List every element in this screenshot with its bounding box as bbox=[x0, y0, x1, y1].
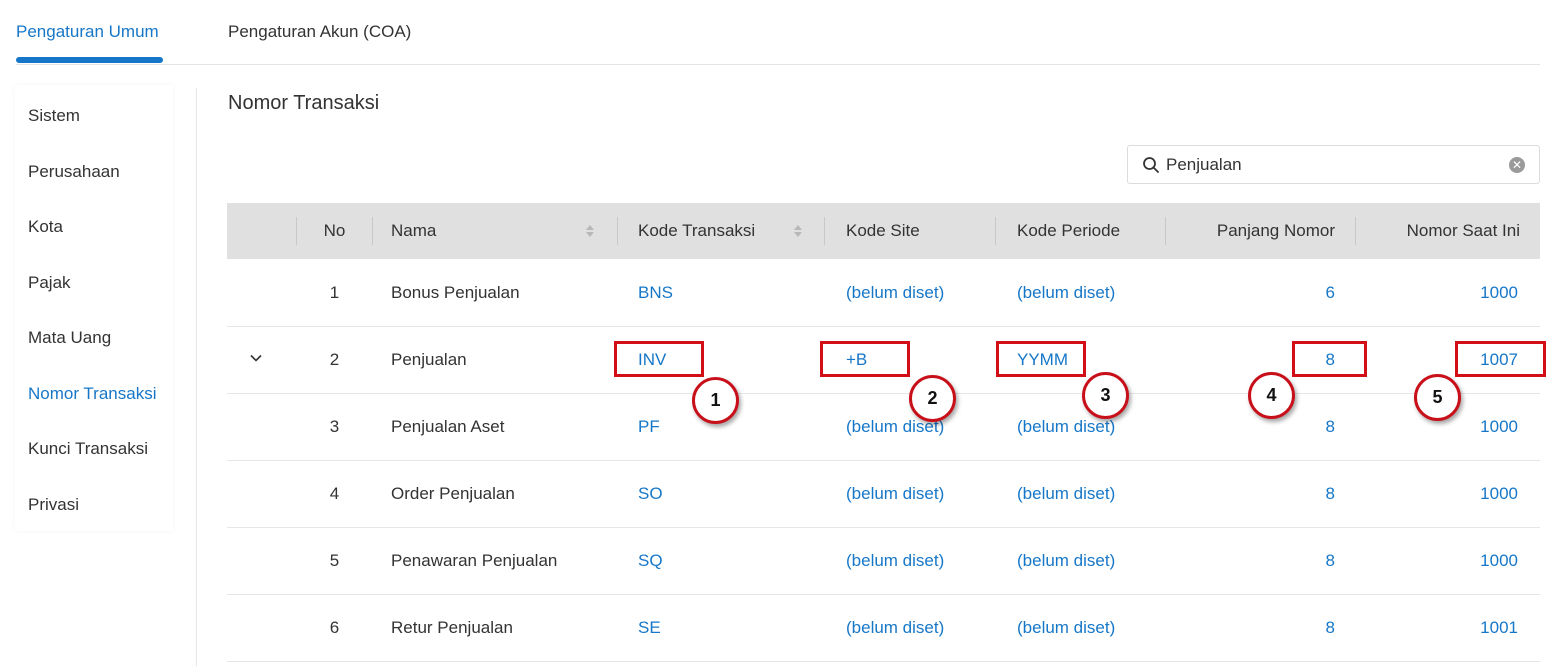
annotation-box bbox=[614, 341, 704, 377]
sidebar-item-perusahaan[interactable]: Perusahaan bbox=[28, 162, 120, 182]
cell-nomor-saat-ini[interactable]: 1000 bbox=[227, 484, 1518, 504]
column-header-nomor-saat-ini: Nomor Saat Ini bbox=[1406, 221, 1520, 240]
active-tab-indicator bbox=[16, 57, 163, 63]
annotation-badge: 4 bbox=[1248, 372, 1295, 419]
sidebar-item-pajak[interactable]: Pajak bbox=[28, 273, 71, 293]
annotation-box bbox=[1292, 341, 1367, 377]
table-row[interactable]: 4 Order Penjualan SO (belum diset) (belu… bbox=[227, 461, 1540, 528]
clear-icon[interactable]: ✕ bbox=[1509, 157, 1525, 173]
sidebar-item-nomor-transaksi[interactable]: Nomor Transaksi bbox=[28, 384, 156, 404]
table-row[interactable]: 1 Bonus Penjualan BNS (belum diset) (bel… bbox=[227, 260, 1540, 327]
sidebar-item-kunci-transaksi[interactable]: Kunci Transaksi bbox=[28, 439, 148, 459]
annotation-badge: 3 bbox=[1082, 372, 1129, 419]
sidebar-item-privasi[interactable]: Privasi bbox=[28, 495, 79, 515]
sidebar-divider bbox=[196, 88, 197, 666]
search-icon bbox=[1143, 157, 1159, 173]
annotation-badge: 1 bbox=[692, 377, 739, 424]
top-tabs: Pengaturan Umum Pengaturan Akun (COA) bbox=[0, 0, 1555, 66]
sidebar-item-kota[interactable]: Kota bbox=[28, 217, 63, 237]
annotation-box bbox=[1455, 341, 1546, 377]
table-row[interactable]: 6 Retur Penjualan SE (belum diset) (belu… bbox=[227, 595, 1540, 662]
cell-nomor-saat-ini[interactable]: 1000 bbox=[227, 417, 1518, 437]
tab-pengaturan-akun[interactable]: Pengaturan Akun (COA) bbox=[228, 22, 411, 42]
table-row[interactable]: 5 Penawaran Penjualan SQ (belum diset) (… bbox=[227, 528, 1540, 595]
cell-nomor-saat-ini[interactable]: 1000 bbox=[227, 551, 1518, 571]
table-header: No Nama Kode Transaksi Kode Site Kode Pe… bbox=[227, 203, 1540, 259]
sidebar-item-mata-uang[interactable]: Mata Uang bbox=[28, 328, 111, 348]
cell-nomor-saat-ini[interactable]: 1000 bbox=[227, 283, 1518, 303]
annotation-box bbox=[820, 341, 910, 377]
search-box: ✕ bbox=[1127, 145, 1540, 184]
annotation-box bbox=[996, 341, 1086, 377]
tab-pengaturan-umum[interactable]: Pengaturan Umum bbox=[16, 22, 159, 42]
sidebar-item-sistem[interactable]: Sistem bbox=[28, 106, 80, 126]
search-input[interactable] bbox=[1166, 153, 1496, 177]
table-row[interactable]: 3 Penjualan Aset PF (belum diset) (belum… bbox=[227, 394, 1540, 461]
settings-sidebar: Sistem Perusahaan Kota Pajak Mata Uang N… bbox=[15, 85, 173, 531]
cell-nomor-saat-ini[interactable]: 1001 bbox=[227, 618, 1518, 638]
page-title: Nomor Transaksi bbox=[228, 92, 380, 114]
annotation-badge: 2 bbox=[909, 375, 956, 422]
tabs-divider bbox=[16, 64, 1540, 65]
annotation-badge: 5 bbox=[1414, 374, 1461, 421]
